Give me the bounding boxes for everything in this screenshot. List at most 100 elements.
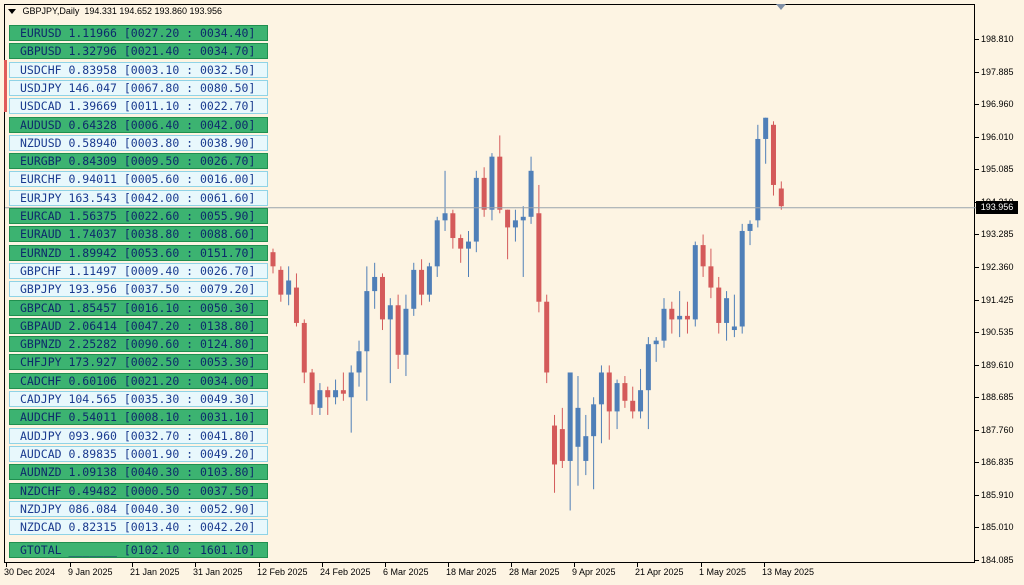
bull-candle: [333, 390, 339, 398]
current-price-label: 193.956: [976, 200, 1018, 214]
time-tick-label: 12 Feb 2025: [257, 567, 308, 577]
panel-row: USDCHF 0.83958 [0003.10 : 0032.50]: [9, 61, 268, 78]
price-tick-label: 198.810: [981, 34, 1014, 44]
bull-candle: [528, 170, 534, 217]
bear-candle: [278, 269, 284, 295]
price-tick: [975, 397, 979, 399]
bull-candle: [591, 404, 597, 437]
bear-candle: [630, 400, 636, 412]
bull-candle: [692, 245, 698, 320]
bear-candle: [270, 252, 276, 267]
chart-shift-marker[interactable]: [776, 4, 786, 10]
price-tick: [975, 266, 979, 268]
time-tick-label: 30 Dec 2024: [4, 567, 56, 577]
time-tick-label: 24 Feb 2025: [320, 567, 371, 577]
bull-candle: [638, 390, 644, 412]
panel-row: EURAUD 1.74037 [0038.80 : 0088.60]: [9, 226, 268, 243]
bull-candle: [731, 326, 737, 331]
bear-candle: [497, 156, 503, 210]
panel-row: GBPUSD 1.32796 [0021.40 : 0034.70]: [9, 43, 268, 60]
panel-row: CADCHF 0.60106 [0021.20 : 0034.00]: [9, 372, 268, 389]
panel-row: AUDJPY 093.960 [0032.70 : 0041.80]: [9, 427, 268, 444]
time-axis[interactable]: 30 Dec 2024 9 Jan 2025 21 Jan 2025 31 Jan 2…: [0, 563, 975, 585]
bull-candle: [434, 220, 440, 267]
bull-candle: [426, 266, 432, 295]
price-tick: [975, 136, 979, 138]
bull-candle: [466, 241, 471, 249]
bear-candle: [536, 213, 542, 302]
bear-candle: [606, 372, 612, 412]
price-tick: [975, 332, 979, 334]
panel-row: GBPJPY 193.956 [0037.50 : 0079.20]: [9, 281, 268, 298]
bull-candle: [473, 177, 479, 242]
time-tick-label: 21 Apr 2025: [635, 567, 684, 577]
bear-candle: [552, 425, 558, 465]
bull-candle: [286, 280, 292, 295]
panel-row: EURCAD 1.56375 [0022.60 : 0055.90]: [9, 208, 268, 224]
dropdown-triangle-icon[interactable]: [8, 9, 16, 15]
price-tick-label: 189.610: [981, 359, 1014, 370]
price-tick-label: 186.835: [981, 457, 1014, 468]
panel-row: EURNZD 1.89942 [0053.60 : 0151.70]: [9, 244, 268, 261]
panel-row: GBPCHF 1.11497 [0009.40 : 0026.70]: [9, 262, 268, 279]
bear-candle: [481, 177, 487, 210]
time-tick-label: 18 Mar 2025: [446, 567, 497, 577]
panel-row: EURUSD 1.11966 [0027.20 : 0034.40]: [9, 25, 268, 41]
bear-candle: [559, 429, 565, 461]
panel-row: EURGBP 0.84309 [0009.50 : 0026.70]: [9, 153, 268, 170]
price-tick-label: 185.910: [981, 489, 1014, 500]
time-tick-label: 28 Mar 2025: [509, 567, 560, 577]
bull-candle: [364, 291, 370, 352]
price-tick-label: 197.885: [981, 66, 1014, 77]
symbol-label: GBPJPY,Daily: [22, 6, 80, 16]
price-tick: [975, 364, 979, 366]
bear-candle: [379, 276, 385, 320]
price-tick-label: 184.085: [981, 555, 1014, 565]
bear-candle: [301, 322, 307, 373]
time-tick-label: 21 Jan 2025: [130, 567, 180, 577]
bull-candle: [653, 340, 659, 345]
bull-candle: [747, 223, 753, 231]
price-tick-label: 196.010: [981, 131, 1014, 142]
bear-candle: [778, 188, 784, 207]
panel-row: NZDUSD 0.58940 [0003.80 : 0038.90]: [9, 134, 268, 151]
panel-row: EURJPY 163.543 [0042.00 : 0061.60]: [9, 189, 268, 206]
panel-row: NZDCHF 0.49482 [0000.50 : 0037.50]: [9, 482, 268, 499]
bear-candle: [622, 383, 628, 401]
panel-row: NZDJPY 086.084 [0040.30 : 0052.90]: [9, 500, 268, 517]
bear-candle: [450, 213, 456, 239]
price-tick: [975, 104, 979, 106]
bull-candle: [645, 344, 651, 391]
bull-candle: [512, 220, 518, 228]
price-tick: [975, 234, 979, 236]
price-tick: [975, 299, 979, 301]
price-axis[interactable]: 198.810197.885196.960196.010195.085194.2…: [975, 4, 1024, 565]
panel-row: USDCAD 1.39669 [0011.10 : 0022.70]: [9, 98, 268, 115]
bear-candle: [309, 372, 315, 405]
panel-row: USDJPY 146.047 [0067.80 : 0080.50]: [9, 79, 268, 96]
price-tick-label: 191.425: [981, 294, 1014, 305]
bear-candle: [700, 245, 706, 267]
price-tick: [975, 169, 979, 171]
price-tick-label: 190.535: [981, 327, 1014, 338]
bull-candle: [520, 216, 526, 221]
time-tick-label: 9 Jan 2025: [68, 567, 113, 577]
bear-candle: [505, 209, 511, 228]
bear-candle: [544, 301, 550, 373]
time-tick-label: 6 Mar 2025: [383, 567, 429, 577]
bull-candle: [739, 230, 745, 327]
bull-candle: [372, 276, 378, 292]
price-tick-label: 185.010: [981, 522, 1014, 533]
bull-candle: [763, 117, 769, 139]
bull-candle: [411, 269, 417, 309]
time-tick-label: 1 May 2025: [699, 567, 747, 577]
panel-row: GBPAUD 2.06414 [0047.20 : 0138.80]: [9, 317, 268, 334]
bear-indicator-bar: [4, 60, 7, 112]
time-tick-label: 13 May 2025: [762, 567, 815, 577]
panel-row: AUDNZD 1.09138 [0040.30 : 0103.80]: [9, 464, 268, 481]
price-tick: [975, 494, 979, 496]
bull-candle: [583, 436, 589, 461]
bull-candle: [387, 305, 393, 320]
panel-row: AUDUSD 0.64328 [0006.40 : 0042.00]: [9, 116, 268, 133]
price-tick: [975, 560, 979, 561]
